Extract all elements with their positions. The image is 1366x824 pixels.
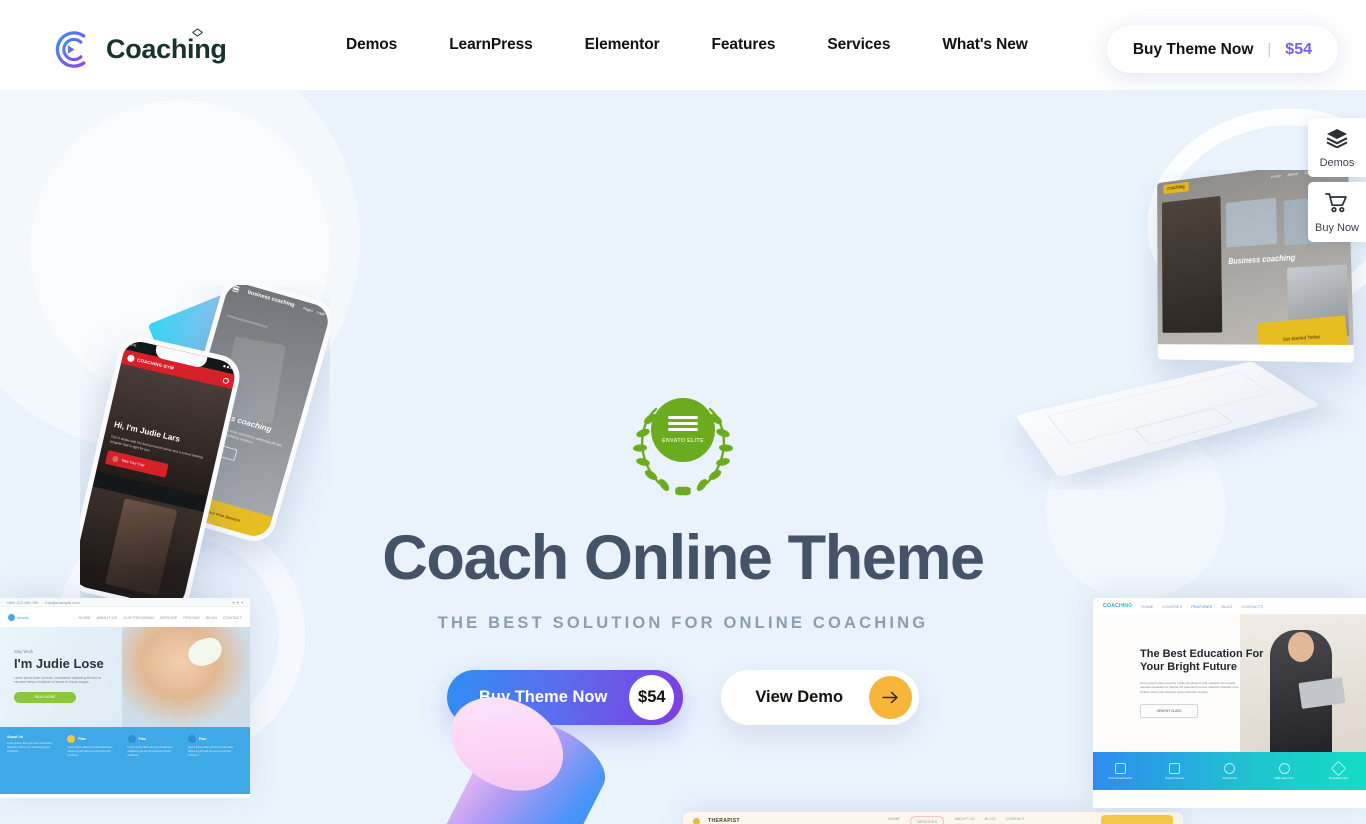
shopping-cart-icon — [1325, 193, 1349, 217]
badge-bar — [668, 415, 698, 419]
hero-view-demo-button[interactable]: View Demo — [721, 670, 920, 725]
site-right-heading-2: Your Bright Future — [1140, 661, 1237, 673]
site-left-phone: +880 123 456 789 — [6, 599, 39, 605]
logo-text: Coaching — [106, 28, 227, 65]
laptop-topbar-badge: coaching — [1163, 181, 1189, 195]
site-left-band-title: Plan — [198, 737, 207, 741]
site-right-band-label: Professional Teacher — [1108, 776, 1133, 780]
site-left-band-body: Lorem ipsum dolor sit amet consectetur a… — [67, 746, 113, 757]
therapist-brand: THERAPIST — [708, 818, 740, 824]
site-right-hero: The Best Education For Your Bright Futur… — [1093, 614, 1366, 752]
site-header: Coaching Demos LearnPress Elementor Feat… — [0, 0, 1366, 90]
header-buy-separator: | — [1267, 41, 1272, 58]
site-right-band-label: Skills Learn Now — [1274, 776, 1294, 780]
nav-item-learnpress[interactable]: LearnPress — [423, 36, 558, 54]
badge-bar — [668, 428, 698, 432]
logo[interactable]: Coaching — [50, 27, 227, 72]
hero-section: business coaching Pages Login Business c… — [0, 90, 1366, 824]
dock-item-buy-now[interactable]: Buy Now — [1308, 182, 1366, 242]
hero-view-demo-label: View Demo — [755, 688, 844, 706]
site-left-band-title: Plan — [78, 737, 86, 741]
envato-elite-badge: ENVATO ELITE — [626, 393, 740, 498]
header-buy-price: $54 — [1285, 40, 1312, 58]
nav-item-whats-new[interactable]: What's New — [916, 36, 1053, 54]
site-left-hero: Stay Work I'm Judie Lose Lorem ipsum dol… — [0, 627, 250, 727]
site-left-band-cell: Plan Lorem ipsum dolor sit amet consecte… — [67, 735, 122, 786]
site-right-nav-item[interactable]: FEATURES — [1191, 604, 1212, 609]
site-right-nav: COACHING HOME COURSES FEATURES BLOG CONT… — [1093, 598, 1366, 614]
site-right-band-label: Competitive Quiz — [1328, 776, 1349, 780]
dock-item-demos[interactable]: Demos — [1308, 118, 1366, 177]
site-left-body: Lorem ipsum dolor sit amet, consectetur … — [14, 676, 102, 685]
site-right-band-cell: Great Result — [1202, 752, 1257, 790]
laptop-card-note: Get Started Today — [1282, 333, 1321, 342]
site-right-heading-1: The Best Education For — [1140, 648, 1264, 660]
site-left-band-body: Lorem ipsum dolor sit amet consectetur a… — [187, 746, 234, 757]
site-preview-card-left[interactable]: +880 123 456 789 info@example.com ✦ ✦ ✦ … — [0, 598, 250, 798]
envato-badge-text: ENVATO ELITE — [662, 438, 704, 445]
site-left-heading: I'm Judie Lose — [14, 656, 104, 671]
layers-icon — [1325, 129, 1349, 152]
site-right-brand: COACHING — [1103, 603, 1133, 609]
side-dock: Demos Buy Now — [1308, 118, 1366, 242]
site-preview-card-right[interactable]: COACHING HOME COURSES FEATURES BLOG CONT… — [1093, 598, 1366, 808]
site-left-band-body: Lorem ipsum dolor sit amet consectetur a… — [7, 742, 53, 753]
phone-back-brand: business coaching — [246, 289, 296, 309]
site-right-feature-band: Professional Teacher Expert Instructor G… — [1093, 752, 1366, 790]
arrow-right-icon — [869, 676, 913, 719]
coaching-c-logo-icon — [50, 27, 95, 72]
envato-badge-circle: ENVATO ELITE — [651, 398, 715, 462]
site-left-topbar: +880 123 456 789 info@example.com ✦ ✦ ✦ — [0, 598, 250, 607]
header-buy-theme-button[interactable]: Buy Theme Now | $54 — [1106, 26, 1338, 73]
site-left-band-body: Lorem ipsum dolor sit amet consectetur a… — [127, 746, 173, 757]
nav-item-demos[interactable]: Demos — [320, 36, 423, 54]
site-left-nav: beauty HOME ABOUT US OUR PROGRAM SERVICE PR… — [0, 607, 250, 627]
site-left-band-title: Plan — [138, 737, 147, 741]
site-left-band-title: About Us — [7, 735, 23, 739]
site-right-nav-item[interactable]: HOME — [1141, 604, 1153, 609]
site-preview-card-therapist[interactable]: THERAPIST HOME SERVICES ABOUT US BLOG CONT… — [683, 812, 1183, 824]
site-left-eyebrow: Stay Work — [14, 649, 34, 654]
site-right-nav-item[interactable]: COURSES — [1162, 604, 1182, 609]
site-right-band-cell: Expert Instructor — [1148, 752, 1203, 790]
hero-buy-price: $54 — [629, 675, 675, 720]
decorative-cylinder — [412, 678, 620, 824]
site-right-nav-item[interactable]: BLOG — [1221, 604, 1232, 609]
site-right-nav-item[interactable]: CONTACTS — [1241, 604, 1263, 609]
site-right-body: Lorem ipsum dolor sit amet mollis nisi a… — [1140, 681, 1239, 694]
site-left-band-cell: About Us Lorem ipsum dolor sit amet cons… — [7, 735, 62, 786]
site-left-section: Program & Plan Lorem ipsum dolor sit ame… — [0, 794, 250, 798]
site-right-button[interactable]: VIEW MY CLASS — [1140, 704, 1198, 719]
site-left-band-cell: Plan Lorem ipsum dolor sit amet consecte… — [127, 735, 183, 786]
site-left-feature-band: About Us Lorem ipsum dolor sit amet cons… — [0, 727, 250, 794]
site-left-band-cell: Plan Lorem ipsum dolor sit amet consecte… — [187, 735, 243, 786]
site-right-band-label: Great Result — [1222, 776, 1237, 780]
badge-bar — [668, 421, 698, 426]
header-buy-label: Buy Theme Now — [1132, 40, 1254, 58]
phone-front-button-label: Take Your Trial — [120, 458, 145, 468]
main-nav: Demos LearnPress Elementor Features Serv… — [320, 0, 1054, 90]
nav-item-services[interactable]: Services — [801, 36, 916, 54]
site-right-band-cell: Competitive Quiz — [1311, 752, 1366, 790]
site-right-band-label: Expert Instructor — [1165, 776, 1185, 780]
dock-item-buy-now-label: Buy Now — [1314, 222, 1360, 234]
logo-text-label: Coaching — [106, 34, 227, 64]
nav-item-elementor[interactable]: Elementor — [559, 36, 686, 54]
site-right-band-cell: Professional Teacher — [1093, 752, 1148, 790]
site-right-band-cell: Skills Learn Now — [1257, 752, 1312, 790]
nav-item-features[interactable]: Features — [686, 36, 802, 54]
dock-item-demos-label: Demos — [1319, 157, 1355, 169]
therapist-button[interactable] — [1101, 815, 1173, 824]
site-left-button[interactable]: READ MORE — [14, 691, 76, 703]
hero-title: Coach Online Theme — [382, 523, 985, 593]
site-left-email: info@example.com — [45, 599, 80, 605]
